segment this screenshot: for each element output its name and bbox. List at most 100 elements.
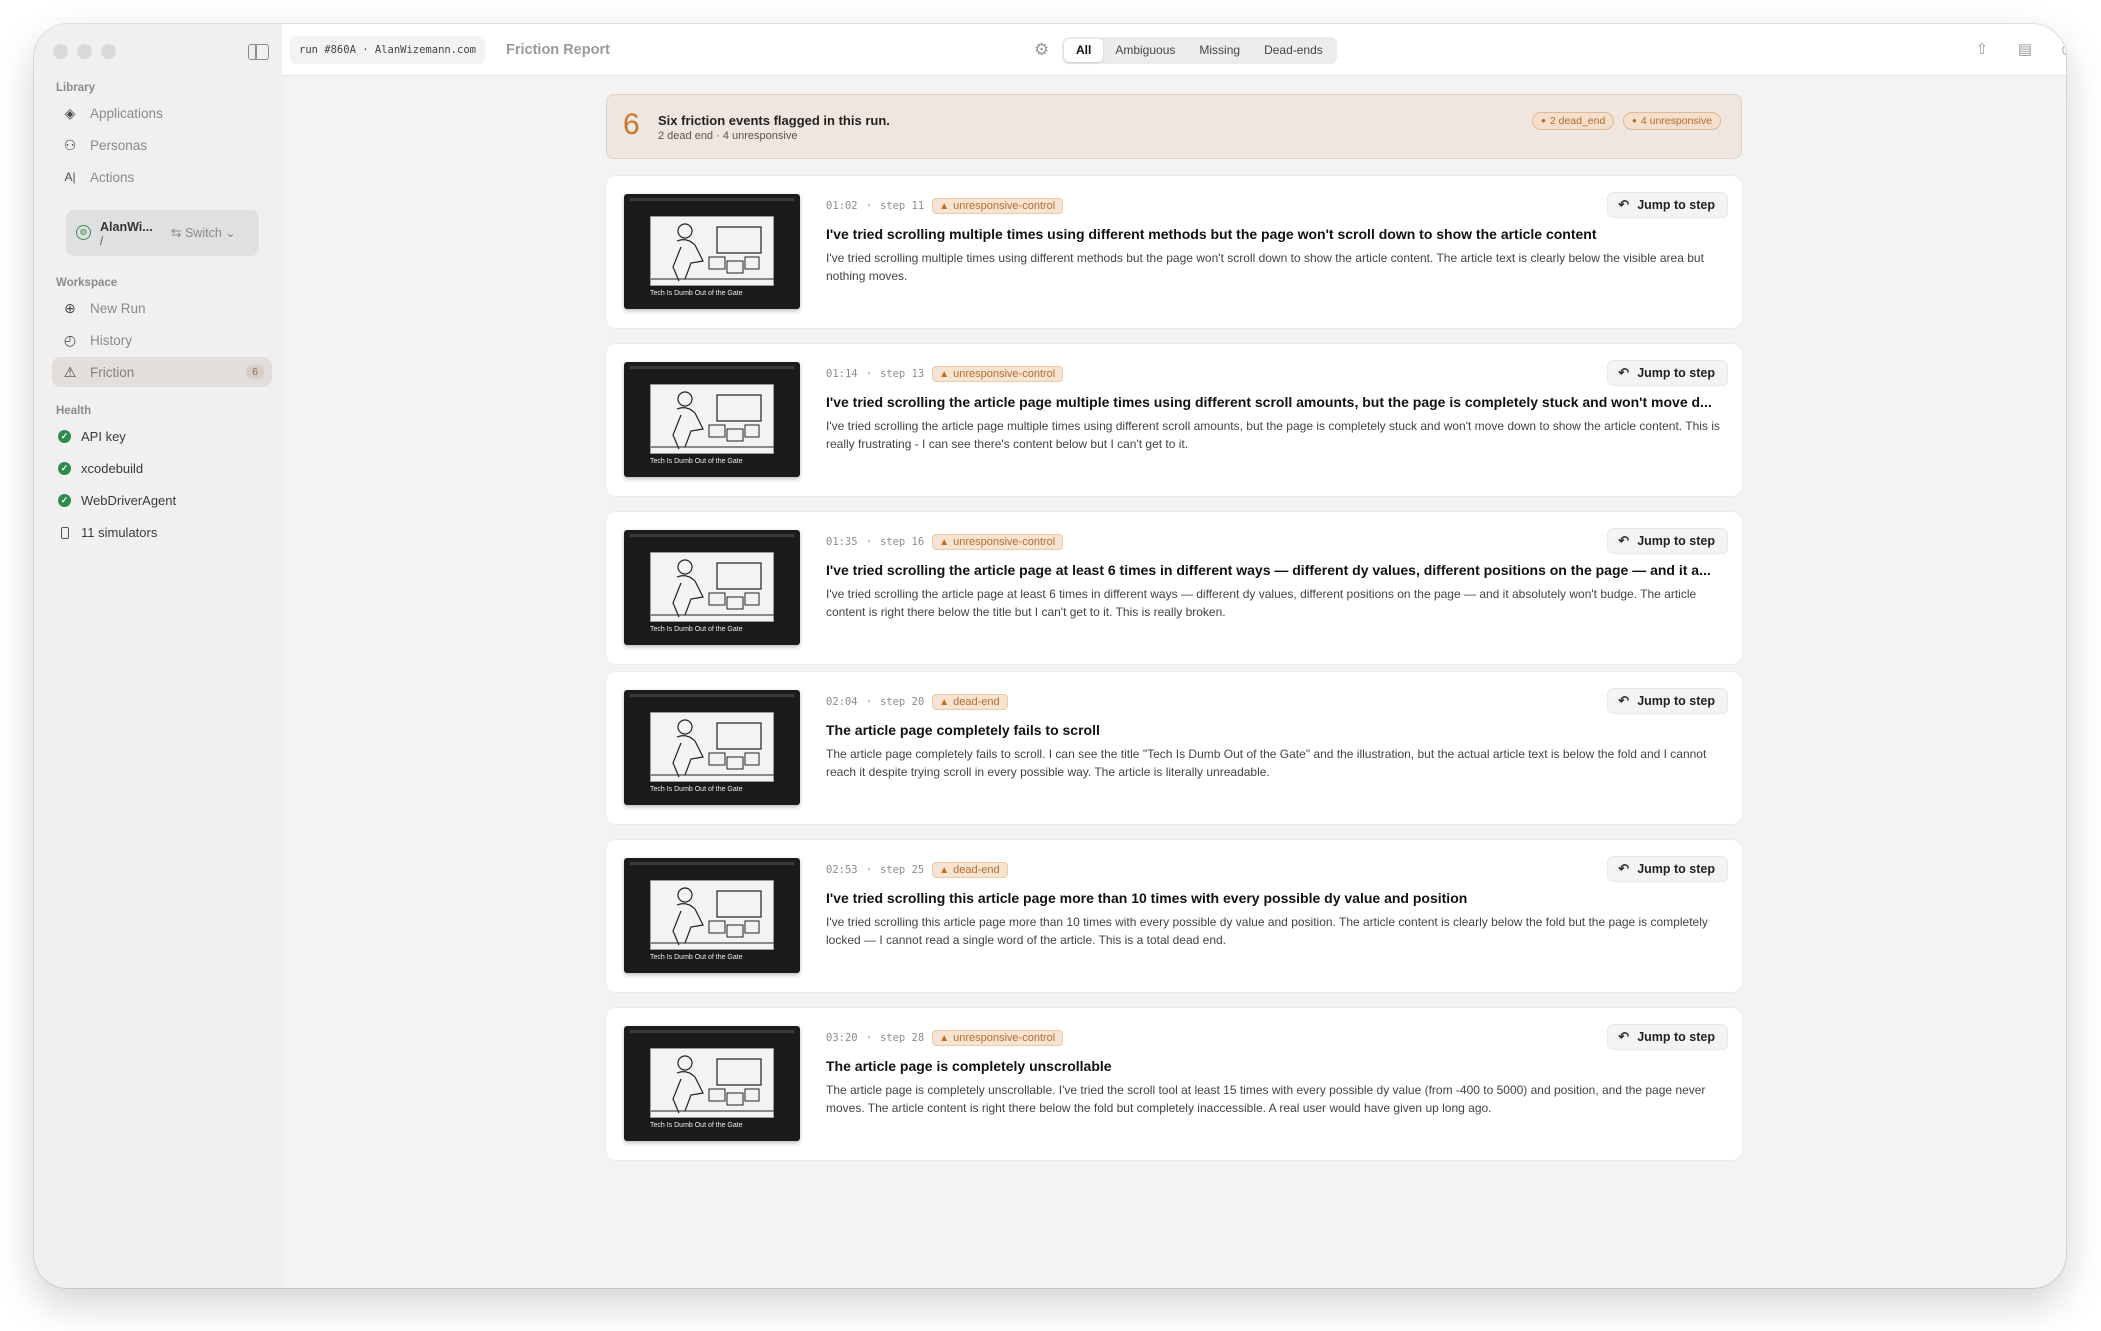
sidebar-item-personas[interactable]: ⚇ Personas (52, 130, 272, 160)
check-icon: ✓ (58, 430, 71, 443)
minimize-window-button[interactable] (77, 44, 92, 59)
event-step: step 13 (879, 368, 925, 380)
filter-segmented-control: All Ambiguous Missing Dead-ends (1062, 37, 1337, 64)
event-title: The article page is completely unscrolla… (826, 1058, 1112, 1074)
friction-type-tag: ▲ unresponsive-control (932, 534, 1064, 550)
account-icon[interactable]: ◎ (2060, 40, 2066, 59)
share-icon[interactable]: ⇧ (1974, 40, 1990, 59)
thumbnail-nav-bar (630, 862, 794, 865)
health-simulators: 11 simulators (58, 525, 157, 540)
friction-type-tag: ▲ dead-end (932, 862, 1008, 878)
window-controls (53, 44, 116, 59)
tag-label: dead-end (953, 864, 1000, 876)
event-description: I've tried scrolling multiple times usin… (826, 251, 1704, 283)
event-time: 01:35 (826, 536, 858, 548)
sidebar-item-applications[interactable]: ◈ Applications (52, 98, 272, 128)
thumbnail-caption: Tech Is Dumb Out of the Gate (650, 458, 743, 465)
toolbar: run #860A · AlanWizemann.com Friction Re… (282, 24, 2066, 76)
plus-circle-icon: ⊕ (64, 299, 76, 316)
event-description: I've tried scrolling the article page mu… (826, 419, 1720, 451)
document-icon[interactable]: ▤ (2017, 40, 2033, 59)
event-title: I've tried scrolling this article page m… (826, 890, 1468, 906)
sidebar-item-label: New Run (90, 300, 146, 316)
site-path: / (100, 236, 104, 248)
section-library: Library (56, 82, 95, 94)
jump-label: Jump to step (1637, 366, 1715, 380)
sketch-illustration (651, 719, 775, 778)
tag-label: unresponsive-control (953, 1032, 1056, 1044)
event-description: The article page is completely unscrolla… (826, 1083, 1706, 1115)
event-card: Tech Is Dumb Out of the Gate 01:02 · ste… (606, 176, 1742, 328)
meta-separator: · (865, 864, 872, 876)
gear-icon[interactable]: ⚙ (1034, 40, 1049, 60)
thumbnail-nav-bar (630, 1030, 794, 1033)
sidebar-item-new-run[interactable]: ⊕ New Run (52, 293, 272, 323)
close-window-button[interactable] (53, 44, 68, 59)
illustration-image (650, 384, 775, 454)
summary-headline: Six friction events flagged in this run. (658, 113, 890, 128)
jump-to-step-button[interactable]: ↶ Jump to step (1607, 360, 1728, 386)
illustration-image (650, 712, 775, 782)
event-time: 01:02 (826, 200, 858, 212)
thumbnail-caption: Tech Is Dumb Out of the Gate (650, 626, 743, 633)
step-screenshot-thumbnail[interactable]: Tech Is Dumb Out of the Gate (624, 690, 800, 805)
step-screenshot-thumbnail[interactable]: Tech Is Dumb Out of the Gate (624, 530, 800, 645)
sidebar-item-friction[interactable]: ⚠ Friction 6 (52, 357, 272, 387)
event-time: 02:04 (826, 696, 858, 708)
friction-type-tag: ▲ dead-end (932, 694, 1008, 710)
site-name: AlanWi... (100, 220, 153, 234)
site-switcher[interactable]: ◍ AlanWi... / ⇆ Switch ⌄ (66, 210, 259, 256)
event-card: Tech Is Dumb Out of the Gate 02:04 · ste… (606, 672, 1742, 824)
event-meta: 01:14 · step 13 ▲ unresponsive-control (826, 366, 1064, 382)
tag-label: unresponsive-control (953, 368, 1056, 380)
jump-to-step-button[interactable]: ↶ Jump to step (1607, 528, 1728, 554)
illustration-image (650, 216, 775, 286)
check-icon: ✓ (58, 494, 71, 507)
filter-ambiguous[interactable]: Ambiguous (1103, 39, 1187, 62)
jump-to-step-button[interactable]: ↶ Jump to step (1607, 1024, 1728, 1050)
jump-to-step-button[interactable]: ↶ Jump to step (1607, 688, 1728, 714)
event-time: 01:14 (826, 368, 858, 380)
event-description: I've tried scrolling the article page at… (826, 587, 1697, 619)
jump-label: Jump to step (1637, 198, 1715, 212)
step-screenshot-thumbnail[interactable]: Tech Is Dumb Out of the Gate (624, 194, 800, 309)
event-meta: 02:53 · step 25 ▲ dead-end (826, 862, 1008, 878)
tag-label: dead-end (953, 696, 1000, 708)
switch-label: Switch (184, 226, 222, 240)
check-icon: ✓ (58, 462, 71, 475)
filter-all[interactable]: All (1064, 39, 1104, 62)
sidebar-item-history[interactable]: ◴ History (52, 325, 272, 355)
meta-separator: · (865, 696, 872, 708)
jump-to-step-button[interactable]: ↶ Jump to step (1607, 856, 1728, 882)
jump-to-step-button[interactable]: ↶ Jump to step (1607, 192, 1728, 218)
step-screenshot-thumbnail[interactable]: Tech Is Dumb Out of the Gate (624, 1026, 800, 1141)
event-card: Tech Is Dumb Out of the Gate 03:20 · ste… (606, 1008, 1742, 1160)
zoom-window-button[interactable] (101, 44, 116, 59)
filter-missing[interactable]: Missing (1187, 39, 1252, 62)
friction-count-badge: 6 (246, 365, 264, 379)
filter-dead-ends[interactable]: Dead-ends (1252, 39, 1335, 62)
clock-icon: ◴ (63, 331, 77, 348)
event-step: step 28 (879, 1032, 925, 1044)
warning-icon: ⚠ (63, 363, 77, 380)
health-label: 11 simulators (81, 525, 158, 540)
health-label: API key (81, 429, 126, 444)
event-title: I've tried scrolling the article page at… (826, 562, 1711, 578)
friction-type-tag: ▲ unresponsive-control (932, 198, 1064, 214)
sidebar-item-label: Applications (90, 105, 163, 121)
sidebar-toggle-icon[interactable] (248, 44, 269, 60)
event-card: Tech Is Dumb Out of the Gate 02:53 · ste… (606, 840, 1742, 992)
thumbnail-caption: Tech Is Dumb Out of the Gate (650, 786, 743, 793)
people-icon: ⚇ (63, 136, 77, 153)
sidebar-item-actions[interactable]: A| Actions (52, 162, 272, 192)
switch-button[interactable]: ⇆ Switch ⌄ (171, 225, 236, 240)
app-window: Library ◈ Applications ⚇ Personas A| Act… (34, 24, 2066, 1288)
health-xcodebuild: ✓ xcodebuild (58, 461, 143, 476)
tag-label: unresponsive-control (953, 536, 1056, 548)
friction-type-tag: ▲ unresponsive-control (932, 1030, 1064, 1046)
step-screenshot-thumbnail[interactable]: Tech Is Dumb Out of the Gate (624, 362, 800, 477)
step-screenshot-thumbnail[interactable]: Tech Is Dumb Out of the Gate (624, 858, 800, 973)
event-title: The article page completely fails to scr… (826, 722, 1100, 738)
sketch-illustration (651, 559, 775, 618)
run-chip: run #860A · AlanWizemann.com (290, 36, 486, 64)
